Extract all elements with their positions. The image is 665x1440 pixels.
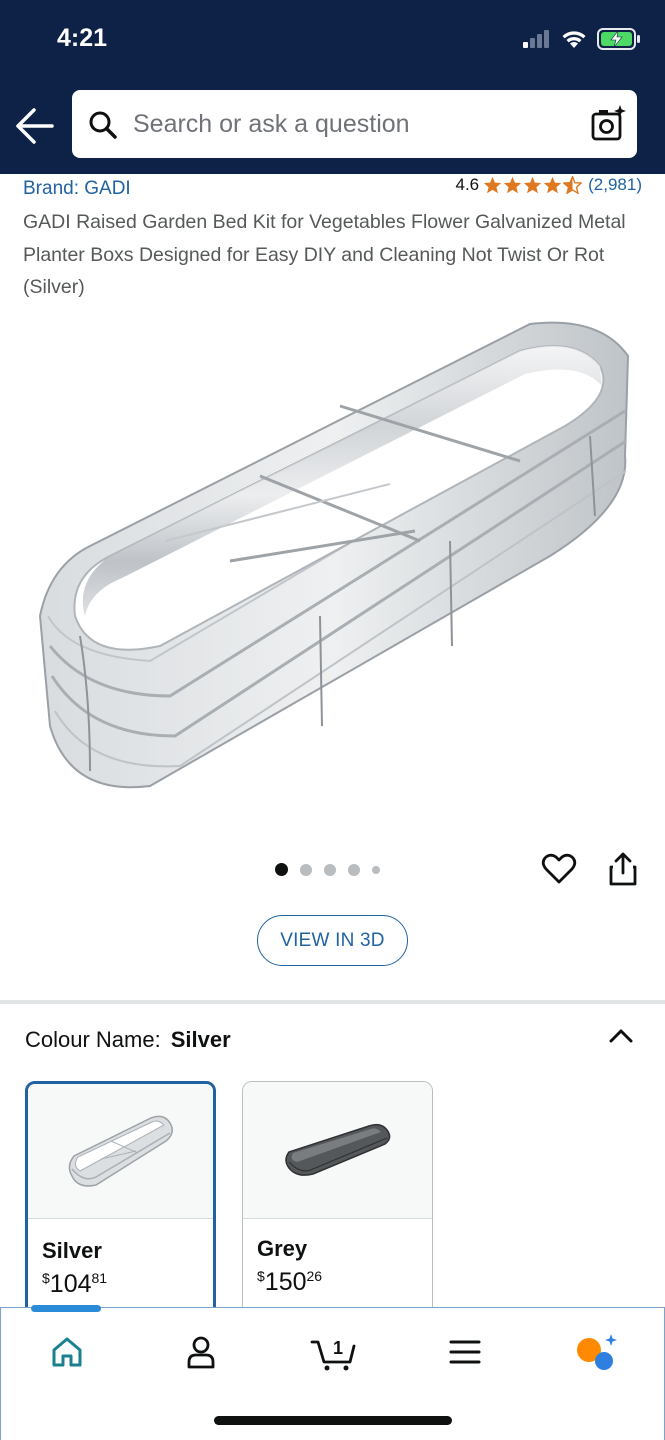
cart-count: 1 — [333, 1338, 343, 1358]
camera-search-icon[interactable] — [591, 104, 627, 142]
star-icon — [524, 176, 542, 194]
colour-option-grey[interactable]: Grey $15026 — [242, 1081, 433, 1321]
nav-assistant[interactable] — [574, 1330, 618, 1374]
view-in-3d-button[interactable]: VIEW IN 3D — [257, 915, 408, 966]
star-icon — [484, 176, 502, 194]
half-star-icon — [563, 176, 583, 194]
battery-charging-icon — [597, 28, 640, 50]
status-icons — [523, 28, 641, 50]
carousel-dot[interactable] — [348, 863, 360, 876]
rating-value: 4.6 — [455, 175, 480, 194]
swatch-name: Grey — [257, 1236, 308, 1261]
brand-link[interactable]: Brand: GADI — [23, 178, 131, 200]
grey-planter-thumbnail — [284, 1123, 390, 1176]
product-title: GADI Raised Garden Bed Kit for Vegetable… — [23, 211, 626, 298]
selected-colour: Silver — [170, 1027, 231, 1052]
rating-count[interactable]: (2,981) — [588, 175, 642, 195]
swatch-price: $10481 — [42, 1270, 108, 1298]
star-icon — [544, 176, 562, 194]
colour-option-silver[interactable]: Silver $10481 — [25, 1081, 216, 1321]
nav-menu[interactable] — [443, 1330, 487, 1374]
star-rating — [483, 176, 583, 194]
chevron-up-icon[interactable] — [608, 1026, 634, 1046]
nav-cart[interactable]: 1 — [309, 1330, 359, 1374]
home-icon — [52, 1337, 82, 1367]
nav-home[interactable] — [45, 1330, 89, 1374]
signal-icon — [523, 30, 549, 48]
status-time: 4:21 — [57, 24, 108, 52]
search-bar[interactable]: Search or ask a question — [72, 90, 637, 158]
carousel-dot[interactable] — [372, 865, 380, 874]
nav-account[interactable] — [179, 1330, 223, 1374]
carousel-dot[interactable] — [324, 863, 336, 876]
app-header: 4:21 Search or ask a question — [0, 0, 665, 174]
carousel-dot[interactable] — [300, 863, 312, 876]
selected-swatch-indicator — [31, 1305, 101, 1312]
image-carousel-dots[interactable] — [275, 863, 380, 876]
swatch-image — [243, 1082, 432, 1219]
back-arrow-icon[interactable] — [14, 106, 56, 146]
star-icon — [504, 176, 522, 194]
colour-name-label: Colour Name: Silver — [25, 1027, 231, 1053]
carousel-dot[interactable] — [275, 863, 288, 876]
silver-planter-thumbnail — [68, 1115, 173, 1187]
swatch-name: Silver — [42, 1238, 102, 1263]
swatch-image — [28, 1084, 213, 1219]
heart-icon[interactable] — [541, 851, 577, 887]
cart-icon: 1 — [310, 1338, 356, 1371]
share-icon[interactable] — [607, 851, 639, 887]
rating[interactable]: 4.6 (2,981) — [455, 175, 642, 195]
home-indicator — [214, 1416, 452, 1425]
wifi-icon — [562, 31, 586, 48]
section-divider — [0, 1000, 665, 1004]
colour-label-text: Colour Name: — [25, 1027, 161, 1052]
product-image[interactable] — [30, 316, 640, 804]
menu-icon — [449, 1340, 481, 1364]
search-icon — [89, 111, 117, 139]
swatch-price: $15026 — [257, 1268, 323, 1296]
account-icon — [187, 1336, 215, 1369]
rufus-icon — [577, 1334, 617, 1370]
search-input[interactable]: Search or ask a question — [133, 110, 410, 139]
